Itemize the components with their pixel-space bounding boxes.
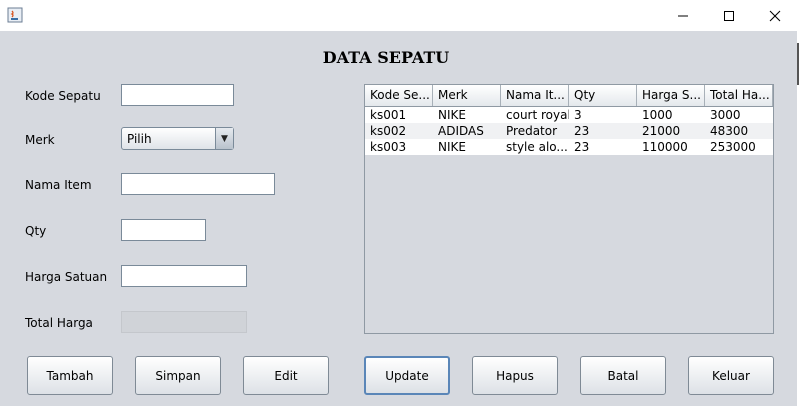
hapus-button[interactable]: Hapus xyxy=(472,356,558,395)
keluar-button[interactable]: Keluar xyxy=(688,356,774,395)
table-cell: Predator xyxy=(506,124,558,138)
column-header[interactable]: Total Ha... xyxy=(705,85,773,106)
java-app-icon xyxy=(7,7,23,23)
table-cell: NIKE xyxy=(438,108,466,122)
table-cell: 253000 xyxy=(710,140,756,154)
column-header[interactable]: Merk xyxy=(433,85,501,106)
kode-sepatu-input[interactable] xyxy=(122,85,233,105)
scroll-thumb[interactable] xyxy=(797,43,799,85)
maximize-button[interactable] xyxy=(706,0,752,31)
kode-sepatu-field[interactable] xyxy=(121,84,234,106)
table-cell: court royal xyxy=(506,108,569,122)
table-cell: 23 xyxy=(574,124,590,138)
data-table[interactable]: Kode Se... Merk Nama It... Qty Harga S..… xyxy=(364,84,774,334)
chevron-down-icon[interactable]: ▼ xyxy=(215,128,233,149)
close-button[interactable] xyxy=(752,0,798,31)
table-cell: ADIDAS xyxy=(438,124,484,138)
table-cell: ks003 xyxy=(370,140,407,154)
harga-satuan-label: Harga Satuan xyxy=(25,270,108,284)
table-cell: style alo... xyxy=(506,140,568,154)
table-cell: ks002 xyxy=(370,124,407,138)
table-cell: 3000 xyxy=(710,108,741,122)
merk-label: Merk xyxy=(25,133,55,147)
table-header: Kode Se... Merk Nama It... Qty Harga S..… xyxy=(365,85,773,107)
table-cell: 3 xyxy=(574,108,582,122)
harga-satuan-input[interactable] xyxy=(122,266,246,286)
edit-button[interactable]: Edit xyxy=(243,356,329,395)
kode-sepatu-label: Kode Sepatu xyxy=(25,89,101,103)
table-cell: NIKE xyxy=(438,140,466,154)
nama-item-input[interactable] xyxy=(122,174,274,194)
qty-input[interactable] xyxy=(122,220,205,240)
tambah-button[interactable]: Tambah xyxy=(27,356,113,395)
table-row[interactable]: ks001 NIKE court royal 3 1000 3000 xyxy=(365,107,773,123)
table-cell: 21000 xyxy=(642,124,681,138)
batal-button[interactable]: Batal xyxy=(580,356,666,395)
table-cell: 48300 xyxy=(710,124,749,138)
page-title: DATA SEPATU xyxy=(322,48,450,67)
table-body: ks001 NIKE court royal 3 1000 3000 ks002… xyxy=(365,107,773,155)
column-header[interactable]: Qty xyxy=(569,85,637,106)
simpan-button[interactable]: Simpan xyxy=(135,356,221,395)
qty-field[interactable] xyxy=(121,219,206,241)
merk-dropdown[interactable]: Pilih ▼ xyxy=(121,127,234,150)
nama-item-label: Nama Item xyxy=(25,178,92,192)
nama-item-field[interactable] xyxy=(121,173,275,195)
table-cell: 110000 xyxy=(642,140,688,154)
total-harga-field xyxy=(121,311,247,333)
update-button[interactable]: Update xyxy=(364,356,450,395)
column-header[interactable]: Harga S... xyxy=(637,85,705,106)
table-cell: ks001 xyxy=(370,108,407,122)
table-cell: 23 xyxy=(574,140,590,154)
table-cell: 1000 xyxy=(642,108,673,122)
column-header[interactable]: Kode Se... xyxy=(365,85,433,106)
harga-satuan-field[interactable] xyxy=(121,265,247,287)
table-row[interactable]: ks003 NIKE style alo... 23 110000 253000 xyxy=(365,139,773,155)
minimize-button[interactable] xyxy=(660,0,706,31)
total-harga-input xyxy=(122,312,246,332)
column-header[interactable]: Nama It... xyxy=(501,85,569,106)
table-row[interactable]: ks002 ADIDAS Predator 23 21000 48300 xyxy=(365,123,773,139)
total-harga-label: Total Harga xyxy=(25,316,93,330)
qty-label: Qty xyxy=(25,224,47,238)
merk-selected-value: Pilih xyxy=(127,132,152,146)
title-bar xyxy=(0,0,800,31)
